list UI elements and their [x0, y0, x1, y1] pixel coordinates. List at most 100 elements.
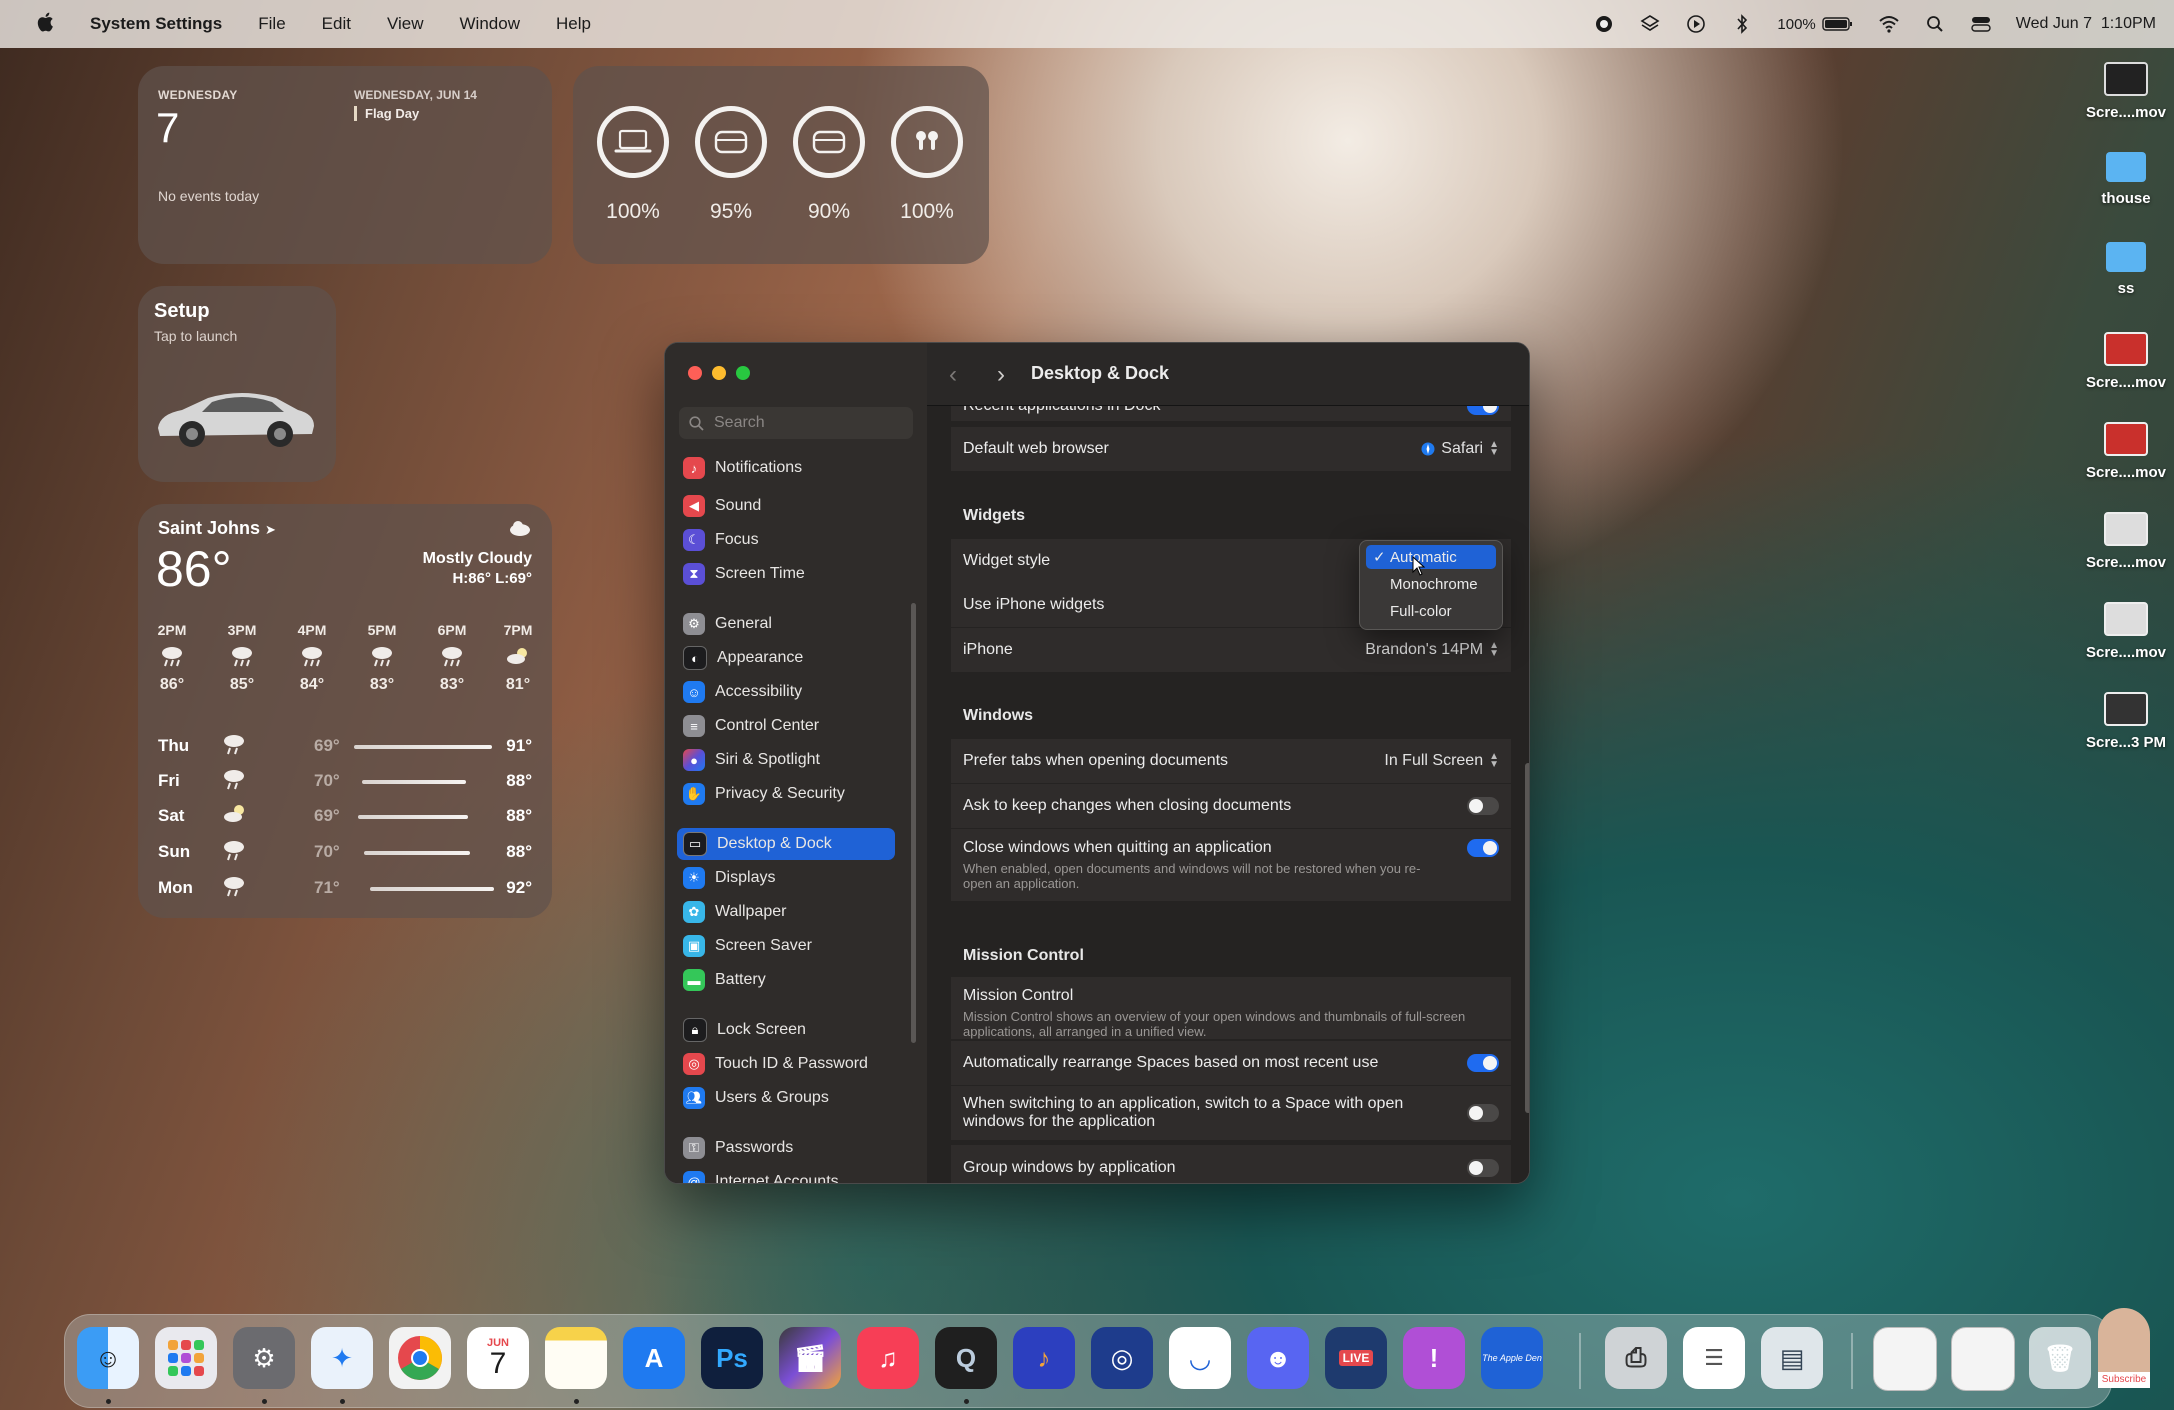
batteries-widget[interactable]: 100% 95% 90% 100%	[573, 66, 989, 264]
weather-widget[interactable]: Saint Johns ➤ 86° Mostly Cloudy H:86° L:…	[138, 504, 552, 918]
app-store-icon[interactable]: A	[623, 1327, 685, 1389]
hourly-forecast: 7PM 81°	[503, 622, 533, 693]
printer-icon[interactable]: ⎙	[1605, 1327, 1667, 1389]
desktop-file[interactable]: Scre...3 PM	[2078, 692, 2174, 751]
minimized-window-icon[interactable]	[1951, 1327, 2015, 1391]
audio-app-icon[interactable]: ♪	[1013, 1327, 1075, 1389]
content-scrollbar[interactable]	[1525, 763, 1529, 1113]
play-icon[interactable]	[1685, 13, 1707, 35]
sidebar-item-displays[interactable]: ☀ Displays	[677, 862, 895, 894]
desktop-file[interactable]: Scre....mov	[2078, 602, 2174, 661]
cleanmaster-icon[interactable]: ◡	[1169, 1327, 1231, 1389]
final-cut-pro-icon[interactable]: 🎬︎	[779, 1327, 841, 1389]
safari-icon[interactable]: ✦	[311, 1327, 373, 1389]
sidebar-item-privacy-security[interactable]: ✋ Privacy & Security	[677, 778, 895, 810]
photoshop-icon[interactable]: Ps	[701, 1327, 763, 1389]
default-browser-popup[interactable]: Safari ▲ ▼	[1421, 440, 1499, 458]
sidebar-item-screen-saver[interactable]: ▣ Screen Saver	[677, 930, 895, 962]
minimized-window-icon[interactable]	[1873, 1327, 1937, 1391]
sidebar-item-accessibility[interactable]: ☺ Accessibility	[677, 676, 895, 708]
desktop-folder[interactable]: thouse	[2078, 152, 2174, 207]
sidebar-item-desktop-dock[interactable]: ▭ Desktop & Dock	[677, 828, 895, 860]
apple-den-icon[interactable]: The Apple Den	[1481, 1327, 1543, 1389]
notes-icon[interactable]	[545, 1327, 607, 1389]
forward-chevron-icon[interactable]: ›	[997, 361, 1005, 389]
windows-section-header: Windows	[963, 707, 1034, 724]
desktop-file[interactable]: Scre....mov	[2078, 332, 2174, 391]
sidebar-item-screen-time[interactable]: ⧗ Screen Time	[677, 558, 895, 590]
group-windows-label: Group windows by application	[963, 1159, 1176, 1176]
sidebar-item-users-groups[interactable]: 👥︎ Users & Groups	[677, 1082, 895, 1114]
sidebar-item-focus[interactable]: ☾ Focus	[677, 524, 895, 556]
music-icon[interactable]: ♫	[857, 1327, 919, 1389]
app-menu[interactable]: System Settings	[72, 14, 240, 34]
sidebar-item-internet-accounts[interactable]: @ Internet Accounts	[677, 1166, 895, 1183]
screen-record-icon[interactable]	[1593, 13, 1615, 35]
sidebar-search-input[interactable]: Search	[679, 407, 913, 439]
sidebar-item-appearance[interactable]: ◐ Appearance	[677, 642, 895, 674]
desktop-file[interactable]: Scre....mov	[2078, 422, 2174, 481]
menubar-clock[interactable]: Wed Jun 7 1:10PM	[2016, 15, 2156, 33]
sidebar-item-notifications[interactable]: ♪ Notifications	[677, 455, 895, 481]
widget-style-option-automatic[interactable]: ✓ Automatic	[1366, 545, 1496, 569]
widget-style-option-monochrome[interactable]: Monochrome	[1366, 572, 1496, 596]
menu-help[interactable]: Help	[538, 14, 609, 34]
sidebar-item-touch-id[interactable]: ◎ Touch ID & Password	[677, 1048, 895, 1080]
quicktime-icon[interactable]: Q	[935, 1327, 997, 1389]
zoom-window-button[interactable]	[736, 366, 750, 380]
sidebar-item-control-center[interactable]: ≡ Control Center	[677, 710, 895, 742]
minimize-window-button[interactable]	[712, 366, 726, 380]
wifi-icon[interactable]	[1878, 13, 1900, 35]
switch-space-toggle[interactable]	[1467, 1104, 1499, 1122]
system-settings-icon[interactable]: ⚙	[233, 1327, 295, 1389]
close-window-button[interactable]	[688, 366, 702, 380]
sidebar-item-passwords[interactable]: ⚿ Passwords	[677, 1132, 895, 1164]
iphone-popup[interactable]: Brandon's 14PM ▲ ▼	[1365, 641, 1499, 659]
bluetooth-icon[interactable]	[1731, 13, 1753, 35]
launchpad-icon[interactable]	[155, 1327, 217, 1389]
trash-icon[interactable]: 🗑︎	[2029, 1327, 2091, 1389]
widget-style-option-full-color[interactable]: Full-color	[1366, 599, 1496, 623]
sidebar-item-wallpaper[interactable]: ✿ Wallpaper	[677, 896, 895, 928]
sidebar-item-label: Appearance	[717, 649, 804, 666]
subscribe-badge[interactable]: Subscribe	[2098, 1372, 2150, 1388]
chrome-icon[interactable]	[389, 1327, 451, 1389]
calendar-widget[interactable]: WEDNESDAY 7 No events today WEDNESDAY, J…	[138, 66, 552, 264]
menu-file[interactable]: File	[240, 14, 303, 34]
updown-chevron-icon: ▲ ▼	[1489, 439, 1499, 458]
sidebar-item-sound[interactable]: ◀ Sound	[677, 490, 895, 522]
preview-icon[interactable]: ▤	[1761, 1327, 1823, 1389]
lock-icon: 🔒︎	[683, 1018, 707, 1042]
prefer-tabs-popup[interactable]: In Full Screen ▲ ▼	[1384, 752, 1499, 770]
auto-rearrange-toggle[interactable]	[1467, 1054, 1499, 1072]
layers-icon[interactable]	[1639, 13, 1661, 35]
discord-icon[interactable]: ☻	[1247, 1327, 1309, 1389]
control-center-icon[interactable]	[1970, 13, 1992, 35]
screensaver-icon: ▣	[683, 935, 705, 957]
sidebar-scrollbar[interactable]	[911, 603, 916, 1043]
desktop-file[interactable]: Scre....mov	[2078, 512, 2174, 571]
desktop-folder[interactable]: ss	[2078, 242, 2174, 297]
menu-view[interactable]: View	[369, 14, 442, 34]
calendar-app-icon[interactable]: JUN 7	[467, 1327, 529, 1389]
desktop-file[interactable]: Scre....mov	[2078, 62, 2174, 121]
group-windows-toggle[interactable]	[1467, 1159, 1499, 1177]
close-windows-toggle[interactable]	[1467, 839, 1499, 857]
back-chevron-icon[interactable]: ‹	[949, 361, 957, 389]
reminders-icon[interactable]: ☰	[1683, 1327, 1745, 1389]
live-app-icon[interactable]: LIVE	[1325, 1327, 1387, 1389]
setup-widget[interactable]: Setup Tap to launch	[138, 286, 336, 482]
apple-menu-icon[interactable]	[18, 12, 72, 37]
finder-icon[interactable]: ☺	[77, 1327, 139, 1389]
ask-keep-changes-toggle[interactable]	[1467, 797, 1499, 815]
menu-window[interactable]: Window	[442, 14, 538, 34]
battery-status[interactable]: 100%	[1777, 16, 1853, 33]
feedback-icon[interactable]: !	[1403, 1327, 1465, 1389]
sidebar-item-siri-spotlight[interactable]: ● Siri & Spotlight	[677, 744, 895, 776]
sidebar-item-general[interactable]: ⚙ General	[677, 608, 895, 640]
network-app-icon[interactable]: ◎	[1091, 1327, 1153, 1389]
spotlight-search-icon[interactable]	[1924, 13, 1946, 35]
sidebar-item-battery[interactable]: ▬ Battery	[677, 964, 895, 996]
menu-edit[interactable]: Edit	[304, 14, 369, 34]
sidebar-item-lock-screen[interactable]: 🔒︎ Lock Screen	[677, 1014, 895, 1046]
